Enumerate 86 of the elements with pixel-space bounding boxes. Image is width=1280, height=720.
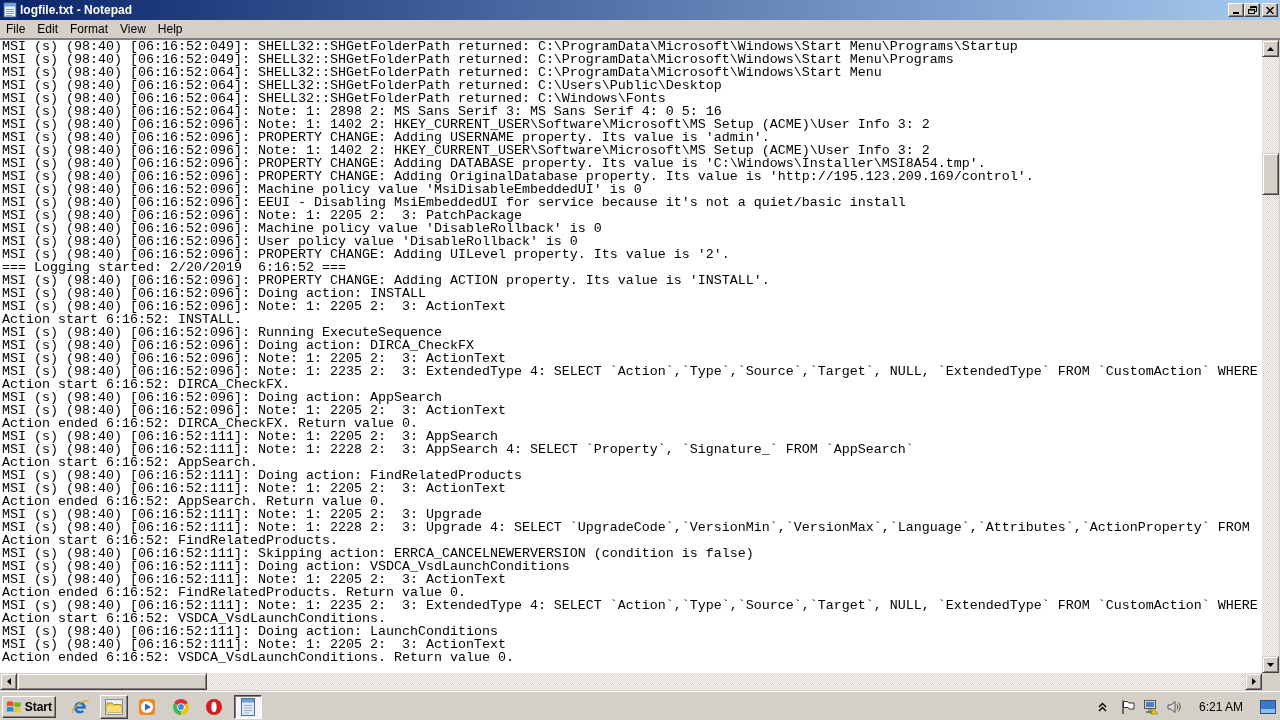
log-line: === Logging started: 2/20/2019 6:16:52 === [2,261,346,274]
chevron-up-icon[interactable] [1097,701,1107,712]
log-line: MSI (s) (98:40) [06:16:52:096]: Note: 1: 1402 2: HKEY_CURRENT_USER\Software\Microsoft\MS Setup (ACME)\User Info 3: 2 [2,144,930,157]
menu-item[interactable]: View [114,20,152,38]
log-line: MSI (s) (98:40) [06:16:52:064]: Note: 1: 2898 2: MS Sans Serif 3: MS Sans Serif 4: 0 5: 16 [2,105,722,118]
scroll-thumb[interactable] [17,673,207,690]
menu-item[interactable]: Edit [31,20,65,38]
scroll-left-button[interactable] [0,673,17,690]
log-line: MSI (s) (98:40) [06:16:52:096]: Doing action: INSTALL [2,287,426,300]
log-line: Action start 6:16:52: DIRCA_CheckFX. [2,378,290,391]
minimize-icon [1233,12,1239,14]
log-line: Action start 6:16:52: INSTALL. [2,313,242,326]
log-line: MSI (s) (98:40) [06:16:52:096]: Note: 1: 2235 2: 3: ExtendedType 4: SELECT `Action`,`Type`,`Source`,`Target`, NULL, `ExtendedType` FROM `CustomAction` WHERE [2,365,1258,378]
log-line: MSI (s) (98:40) [06:16:52:111]: Note: 1: 2205 2: 3: ActionText [2,638,506,651]
log-line: Action ended 6:16:52: FindRelatedProducts. Return value 0. [2,586,466,599]
start-button[interactable]: Start [2,695,56,718]
log-line: MSI (s) (98:40) [06:16:52:111]: Note: 1: 2228 2: 3: AppSearch 4: SELECT `Property`, `Signature_` FROM `AppSearch` [2,443,914,456]
monitor-icon[interactable] [1142,698,1159,715]
minimize-button[interactable] [1228,3,1244,17]
up-arrow-icon [1267,46,1274,51]
ring-icon [204,696,225,717]
log-line: MSI (s) (98:40) [06:16:52:049]: SHELL32::SHGetFolderPath returned: C:\ProgramData\Microsoft\Windows\Start Menu\Programs [2,53,954,66]
log-line: MSI (s) (98:40) [06:16:52:096]: PROPERTY CHANGE: Adding ACTION property. Its value is 'INSTALL'. [2,274,770,287]
notepad-icon [3,2,17,18]
close-icon [1266,6,1274,14]
log-line: MSI (s) (98:40) [06:16:52:111]: Skipping action: ERRCA_CANCELNEWERVERSION (condition is false) [2,547,754,560]
menu-item[interactable]: Format [64,20,115,38]
log-line: MSI (s) (98:40) [06:16:52:064]: SHELL32::SHGetFolderPath returned: C:\Windows\Fonts [2,92,666,105]
menu-item[interactable]: Help [151,20,189,38]
log-line: MSI (s) (98:40) [06:16:52:111]: Note: 1: 2205 2: 3: Upgrade [2,508,482,521]
start-logo-icon [6,699,22,714]
log-line: MSI (s) (98:40) [06:16:52:111]: Doing action: LaunchConditions [2,625,498,638]
log-line: MSI (s) (98:40) [06:16:52:111]: Note: 1: 2205 2: 3: ActionText [2,482,506,495]
segmented-circle-icon [170,696,191,717]
log-line: MSI (s) (98:40) [06:16:52:096]: Running ExecuteSequence [2,326,442,339]
log-line: MSI (s) (98:40) [06:16:52:096]: Doing action: DIRCA_CheckFX [2,339,474,352]
close-button[interactable] [1262,3,1278,17]
text-editor[interactable] [0,40,1262,673]
right-arrow-icon [1251,678,1256,685]
scroll-thumb[interactable] [1262,153,1279,195]
log-line: MSI (s) (98:40) [06:16:52:064]: SHELL32::SHGetFolderPath returned: C:\ProgramData\Microsoft\Windows\Start Menu [2,66,882,79]
clock-time[interactable]: 6:21 AM [1198,697,1243,716]
log-line: MSI (s) (98:40) [06:16:52:096]: Note: 1: 2205 2: 3: ActionText [2,404,506,417]
log-line: MSI (s) (98:40) [06:16:52:096]: PROPERTY CHANGE: Adding OriginalDatabase property. Its value is 'http://195.123.209.169/control'. [2,170,1034,183]
taskbar-button[interactable] [233,694,262,719]
scroll-down-button[interactable] [1262,656,1279,673]
log-line: MSI (s) (98:40) [06:16:52:111]: Note: 1: 2235 2: 3: ExtendedType 4: SELECT `Action`,`Type`,`Source`,`Target`, NULL, `ExtendedType` FROM `CustomAction` WHERE [2,599,1258,612]
log-line: Action start 6:16:52: VSDCA_VsdLaunchConditions. [2,612,386,625]
log-line: Action start 6:16:52: AppSearch. [2,456,258,469]
log-line: MSI (s) (98:40) [06:16:52:096]: Doing action: AppSearch [2,391,442,404]
restore-icon [1247,6,1257,14]
log-line: MSI (s) (98:40) [06:16:52:096]: User policy value 'DisableRollback' is 0 [2,235,578,248]
log-line: MSI (s) (98:40) [06:16:52:111]: Note: 1: 2205 2: 3: AppSearch [2,430,498,443]
log-line: Action ended 6:16:52: DIRCA_CheckFX. Return value 0. [2,417,418,430]
log-line: MSI (s) (98:40) [06:16:52:111]: Note: 1: 2228 2: 3: Upgrade 4: SELECT `UpgradeCode`,`VersionMin`,`VersionMax`,`Language`,`Attributes`,`ActionProperty` FROM [2,521,1250,534]
log-line: Action ended 6:16:52: VSDCA_VsdLaunchConditions. Return value 0. [2,651,514,664]
window-title: logfile.txt - Notepad [20,2,132,19]
log-line: MSI (s) (98:40) [06:16:52:096]: Note: 1: 2205 2: 3: PatchPackage [2,209,522,222]
log-line: MSI (s) (98:40) [06:16:52:096]: PROPERTY CHANGE: Adding DATABASE property. Its value is 'C:\Windows\Installer\MSI8A54.tmp'. [2,157,986,170]
log-line: Action ended 6:16:52: AppSearch. Return value 0. [2,495,386,508]
log-line: MSI (s) (98:40) [06:16:52:096]: PROPERTY CHANGE: Adding USERNAME property. Its value is 'admin'. [2,131,770,144]
play-icon [137,696,158,717]
log-line: MSI (s) (98:40) [06:16:52:111]: Doing action: FindRelatedProducts [2,469,522,482]
log-line: MSI (s) (98:40) [06:16:52:096]: Note: 1: 2205 2: 3: ActionText [2,300,506,313]
log-line: MSI (s) (98:40) [06:16:52:064]: SHELL32::SHGetFolderPath returned: C:\Users\Public\Desktop [2,79,722,92]
log-line: MSI (s) (98:40) [06:16:52:096]: Machine policy value 'DisableRollback' is 0 [2,222,602,235]
show-desktop-icon[interactable] [1260,699,1276,714]
log-line: MSI (s) (98:40) [06:16:52:096]: PROPERTY CHANGE: Adding UILevel property. Its value is '2'. [2,248,730,261]
speaker-icon[interactable] [1165,698,1182,715]
log-line: MSI (s) (98:40) [06:16:52:111]: Note: 1: 2205 2: 3: ActionText [2,573,506,586]
scroll-up-button[interactable] [1262,40,1279,57]
notepad-icon [238,696,257,717]
log-line: MSI (s) (98:40) [06:16:52:111]: Doing action: VSDCA_VsdLaunchConditions [2,560,570,573]
flag-icon[interactable] [1119,698,1136,715]
log-line: MSI (s) (98:40) [06:16:52:096]: Machine policy value 'MsiDisableEmbeddedUI' is 0 [2,183,642,196]
restore-button[interactable] [1244,3,1260,17]
down-arrow-icon [1267,662,1274,667]
log-line: MSI (s) (98:40) [06:16:52:096]: EEUI - Disabling MsiEmbeddedUI for service because it's not a quiet/basic install [2,196,906,209]
menu-item[interactable]: File [0,20,32,38]
log-line: MSI (s) (98:40) [06:16:52:049]: SHELL32::SHGetFolderPath returned: C:\ProgramData\Microsoft\Windows\Start Menu\Programs\Startup [2,40,1018,53]
folder-icon [103,696,124,717]
log-line: Action start 6:16:52: FindRelatedProducts. [2,534,338,547]
log-line: MSI (s) (98:40) [06:16:52:096]: Note: 1: 1402 2: HKEY_CURRENT_USER\Software\Microsoft\MS Setup (ACME)\User Info 3: 2 [2,118,930,131]
log-line: MSI (s) (98:40) [06:16:52:096]: Note: 1: 2205 2: 3: ActionText [2,352,506,365]
scroll-right-button[interactable] [1245,673,1262,690]
left-arrow-icon [6,678,11,685]
